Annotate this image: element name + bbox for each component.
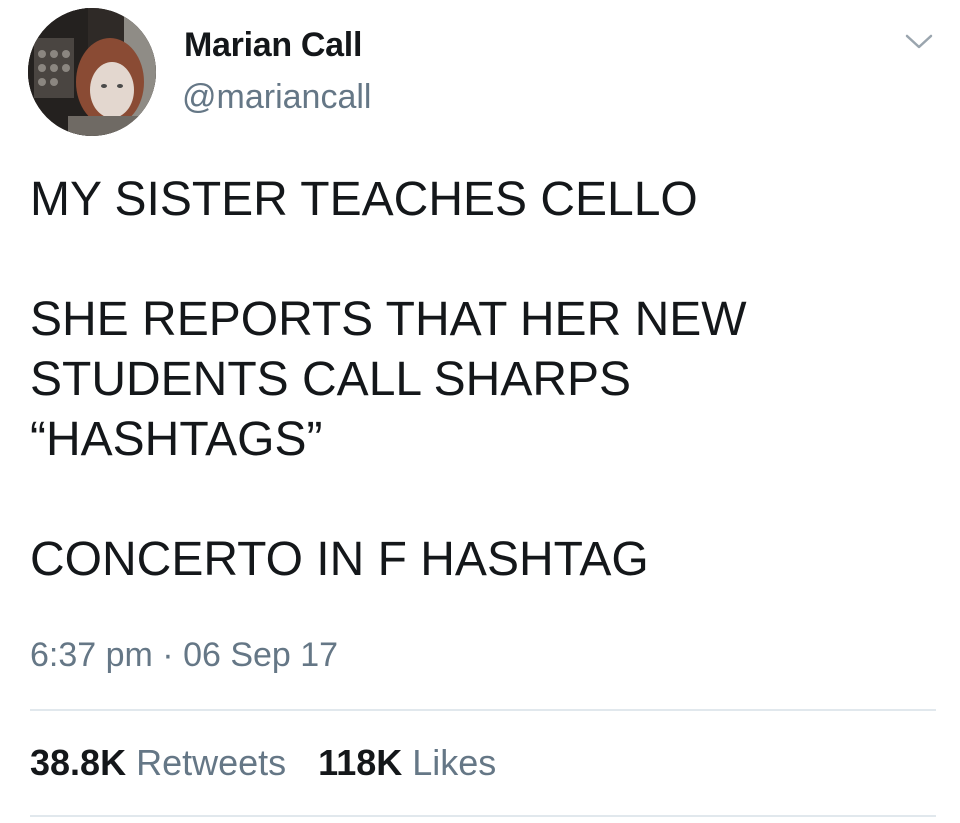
retweets-count: 38.8K (30, 742, 127, 783)
tweet-paragraph: SHE REPORTS THAT HER NEW STUDENTS CALL S… (30, 293, 747, 466)
engagement-stats: 38.8K Retweets 118K Likes (30, 742, 496, 784)
likes-count: 118K (318, 742, 403, 783)
divider (30, 815, 936, 817)
retweets-stat[interactable]: 38.8K Retweets (30, 742, 286, 784)
likes-stat[interactable]: 118K Likes (318, 742, 496, 784)
tweet-timestamp[interactable]: 6:37 pm · 06 Sep 17 (30, 636, 338, 675)
tweet-paragraph: CONCERTO IN F HASHTAG (30, 533, 649, 586)
retweets-label: Retweets (136, 742, 287, 783)
tweet-paragraph: MY SISTER TEACHES CELLO (30, 173, 698, 226)
user-handle[interactable]: @mariancall (182, 78, 371, 117)
avatar[interactable] (28, 8, 156, 136)
tweet-text: MY SISTER TEACHES CELLO SHE REPORTS THAT… (30, 170, 930, 590)
likes-label: Likes (412, 742, 497, 783)
divider (30, 709, 936, 711)
chevron-down-icon[interactable] (904, 32, 934, 52)
display-name[interactable]: Marian Call (184, 26, 362, 65)
